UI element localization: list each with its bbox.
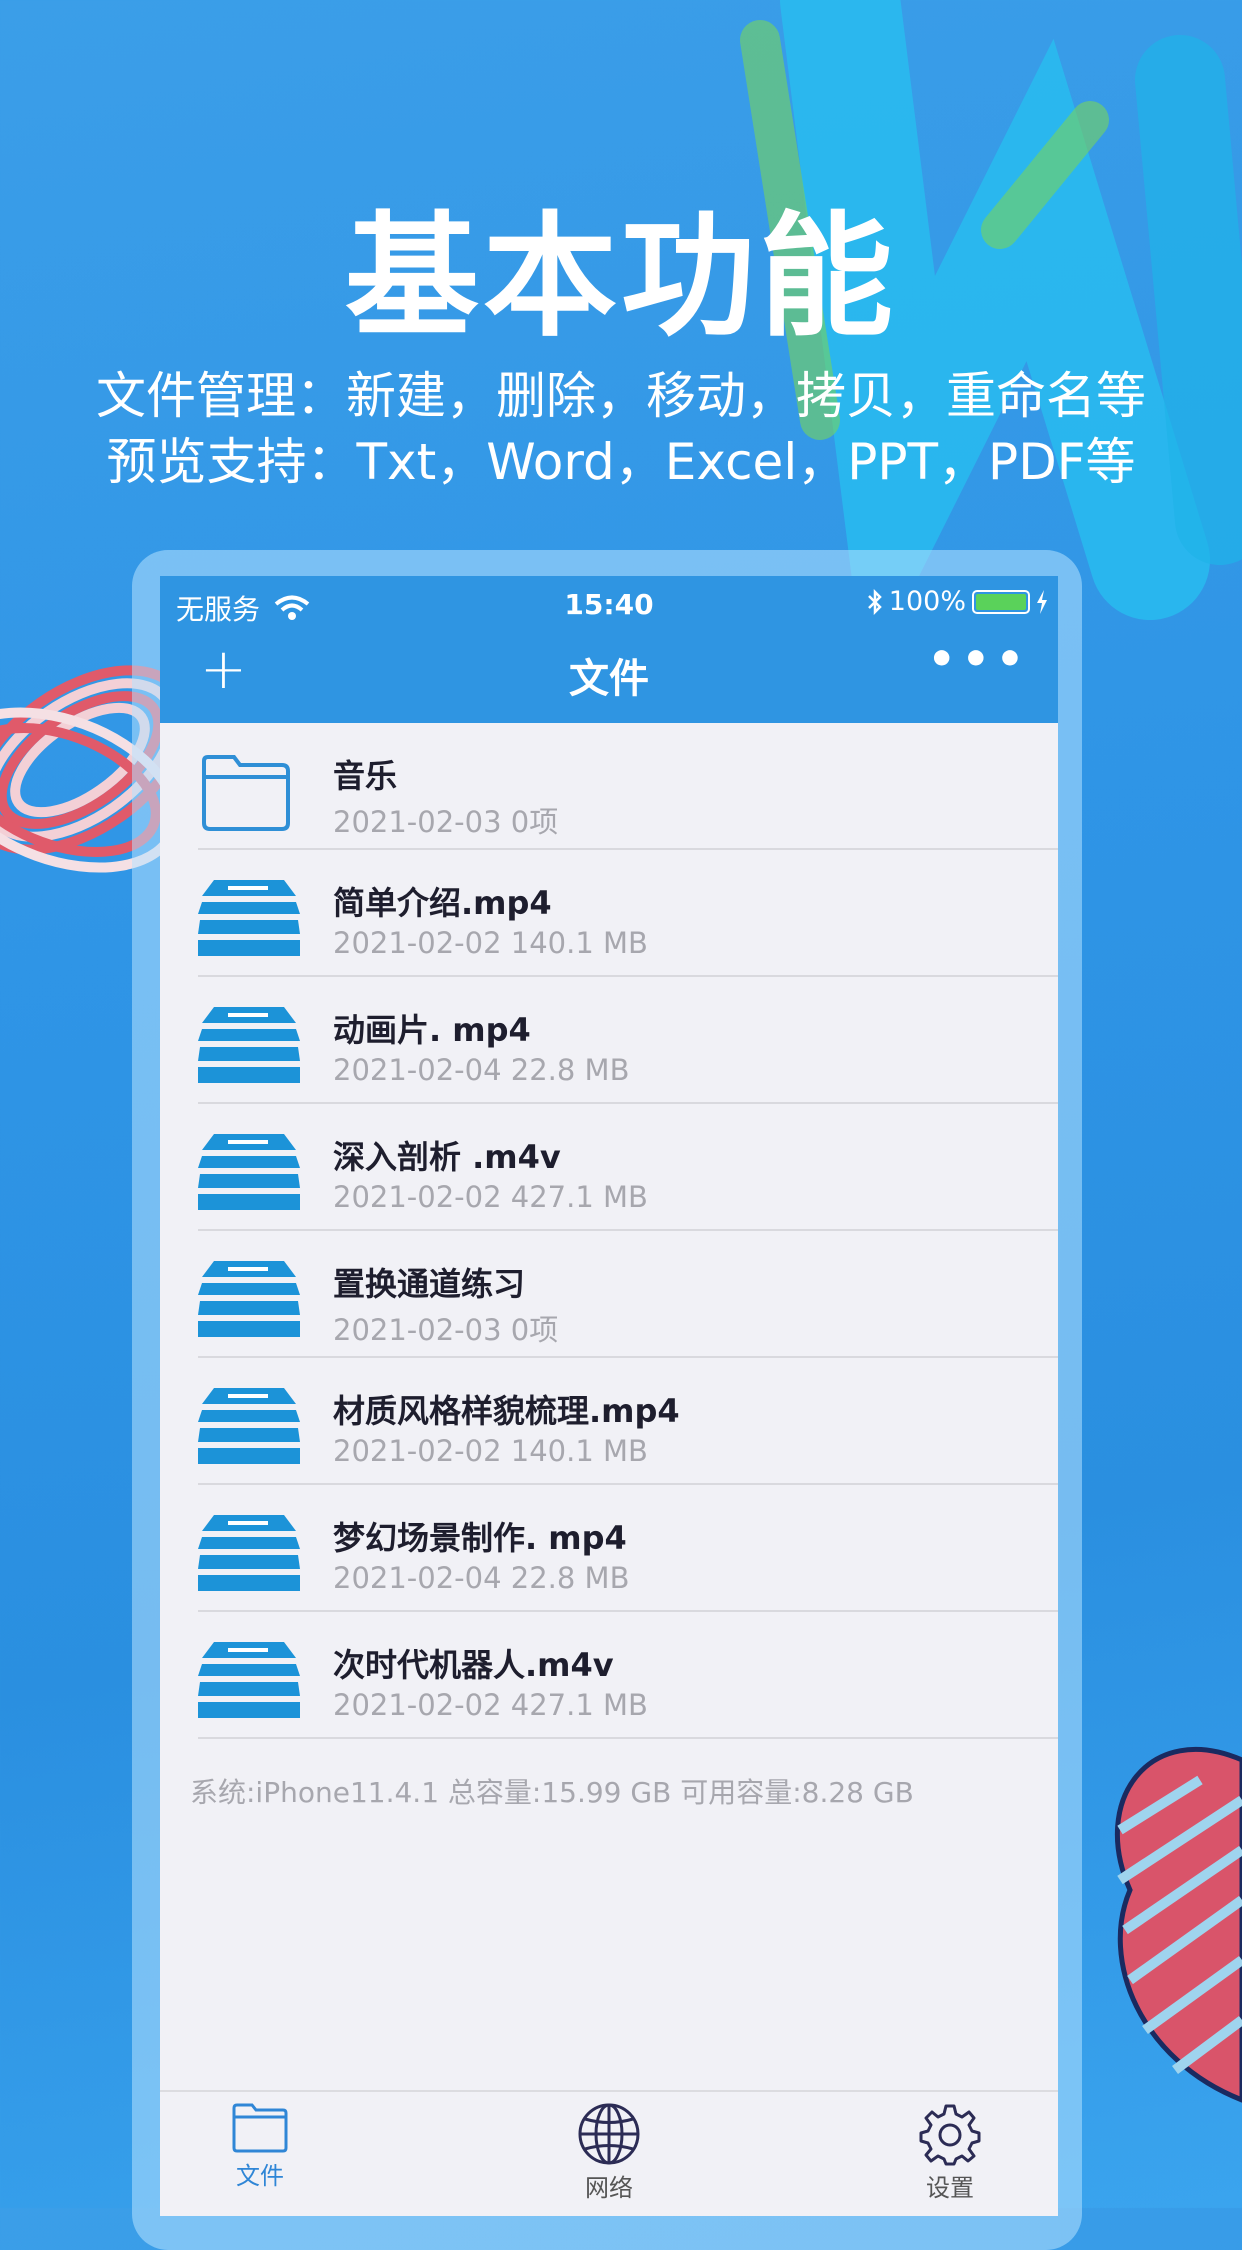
file-size: 0项 [510,1313,559,1347]
list-item[interactable]: 动画片. mp4 2021-02-04 22.8 MB [160,977,1058,1104]
file-name: 深入剖析 .m4v [333,1138,561,1176]
tab-network[interactable]: 网络 [509,2092,709,2203]
battery-percent: 100% [888,586,966,617]
file-date: 2021-02-02 [333,926,502,960]
tab-bar: 文件 网络 设置 [160,2090,1058,2216]
list-item[interactable]: 置换通道练习 2021-02-03 0项 [160,1231,1058,1358]
file-meta: 2021-02-02 427.1 MB [333,1180,648,1214]
file-meta: 2021-02-04 22.8 MB [333,1053,629,1087]
tab-label: 网络 [585,2174,633,2202]
file-date: 2021-02-02 [333,1434,502,1468]
file-size: 427.1 MB [510,1180,648,1214]
promo-line-file-management: 文件管理：新建，删除，移动，拷贝，重命名等 [96,367,1146,425]
video-file-icon [198,1515,300,1591]
battery-icon [972,589,1030,614]
tab-files[interactable]: 文件 [160,2092,360,2191]
file-size: 140.1 MB [510,926,648,960]
globe-icon [578,2103,640,2165]
app-screen: 无服务 15:40 100% + 文件 ••• 音乐 2021-02-03 0项… [160,576,1058,2216]
file-size: 0项 [510,805,559,839]
promo-line-preview-support: 预览支持：Txt，Word，Excel，PPT，PDF等 [106,433,1136,491]
file-date: 2021-02-02 [333,1180,502,1214]
charging-icon [1037,589,1047,614]
file-size: 22.8 MB [510,1053,630,1087]
file-meta: 2021-02-02 140.1 MB [333,926,648,960]
gear-icon [919,2104,981,2166]
list-item[interactable]: 梦幻场景制作. mp4 2021-02-04 22.8 MB [160,1485,1058,1612]
video-file-icon [198,1007,300,1083]
file-name: 次时代机器人.m4v [333,1646,614,1684]
tab-label: 文件 [236,2162,284,2190]
file-date: 2021-02-03 [333,1313,502,1347]
file-meta: 2021-02-03 0项 [333,1307,558,1349]
folder-icon [232,2103,288,2153]
tab-label: 设置 [926,2174,974,2202]
video-file-icon [198,880,300,956]
file-size: 140.1 MB [510,1434,648,1468]
file-name: 梦幻场景制作. mp4 [333,1519,627,1557]
file-name: 动画片. mp4 [333,1011,531,1049]
status-battery-group: 100% [867,586,1048,617]
video-file-icon [198,1134,300,1210]
tab-settings[interactable]: 设置 [850,2092,1050,2203]
list-item[interactable]: 音乐 2021-02-03 0项 [160,723,1058,850]
file-list: 音乐 2021-02-03 0项 简单介绍.mp4 2021-02-02 140… [160,723,1058,1739]
video-file-icon [198,1642,300,1718]
storage-info: 系统:iPhone11.4.1 总容量:15.99 GB 可用容量:8.28 G… [190,1776,914,1809]
file-meta: 2021-02-04 22.8 MB [333,1561,629,1595]
list-item[interactable]: 深入剖析 .m4v 2021-02-02 427.1 MB [160,1104,1058,1231]
page-title: 文件 [569,656,649,702]
file-date: 2021-02-02 [333,1688,502,1722]
more-button[interactable]: ••• [928,634,1030,685]
file-name: 置换通道练习 [333,1265,526,1303]
file-name: 音乐 [333,757,398,795]
video-file-icon [198,1261,300,1337]
file-date: 2021-02-03 [333,805,502,839]
video-file-icon [198,1388,300,1464]
file-name: 材质风格样貌梳理.mp4 [333,1392,680,1430]
list-item[interactable]: 次时代机器人.m4v 2021-02-02 427.1 MB [160,1612,1058,1739]
file-size: 427.1 MB [510,1688,648,1722]
file-date: 2021-02-04 [333,1561,502,1595]
file-meta: 2021-02-02 140.1 MB [333,1434,648,1468]
list-item[interactable]: 简单介绍.mp4 2021-02-02 140.1 MB [160,850,1058,977]
file-size: 22.8 MB [510,1561,630,1595]
file-date: 2021-02-04 [333,1053,502,1087]
list-item[interactable]: 材质风格样貌梳理.mp4 2021-02-02 140.1 MB [160,1358,1058,1485]
file-meta: 2021-02-03 0项 [333,799,558,841]
bluetooth-icon [867,588,882,615]
file-meta: 2021-02-02 427.1 MB [333,1688,648,1722]
promo-headline: 基本功能 [344,199,897,355]
navigation-bar: 无服务 15:40 100% + 文件 ••• [160,576,1058,723]
battery-fill [976,593,1026,610]
file-name: 简单介绍.mp4 [333,884,552,922]
folder-icon [202,755,290,831]
